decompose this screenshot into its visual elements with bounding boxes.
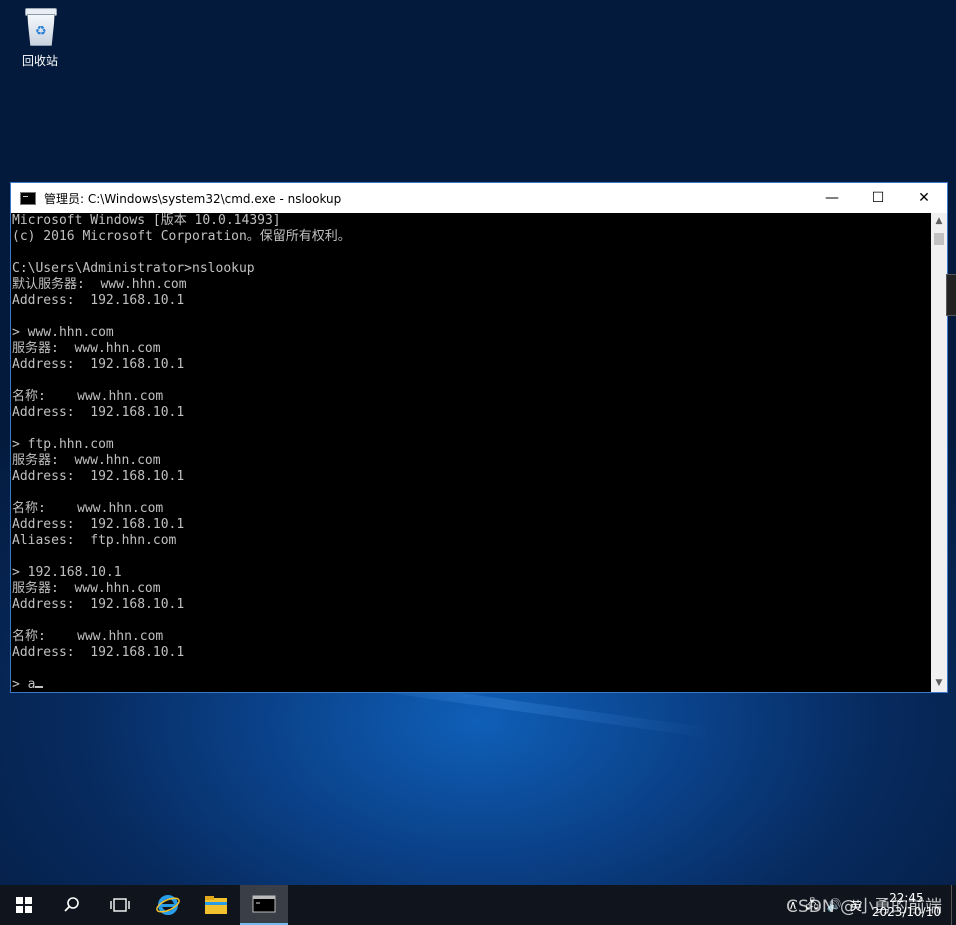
cmd-icon bbox=[252, 895, 276, 913]
internet-explorer-icon bbox=[156, 895, 180, 915]
maximize-button[interactable]: ☐ bbox=[855, 183, 901, 213]
console-line: 名称: www.hhn.com bbox=[12, 629, 164, 644]
cmd-app-icon[interactable] bbox=[20, 191, 36, 205]
scroll-up-arrow-icon[interactable]: ▲ bbox=[931, 213, 947, 230]
console-line: Address: 192.168.10.1 bbox=[12, 469, 185, 484]
recycle-bin-icon: ♻ bbox=[23, 6, 57, 46]
console-line: 默认服务器: www.hhn.com bbox=[12, 277, 187, 292]
console-line: Aliases: ftp.hhn.com bbox=[12, 533, 177, 548]
watermark: CSDN @小勇的前端 bbox=[786, 897, 942, 917]
console-line: 服务器: www.hhn.com bbox=[12, 453, 161, 468]
cmd-window[interactable]: 管理员: C:\Windows\system32\cmd.exe - nsloo… bbox=[10, 182, 948, 693]
minimize-button[interactable]: — bbox=[809, 183, 855, 213]
console-line: C:\Users\Administrator>nslookup bbox=[12, 261, 255, 276]
console-line: Address: 192.168.10.1 bbox=[12, 645, 185, 660]
console-line: 服务器: www.hhn.com bbox=[12, 341, 161, 356]
taskbar-ie[interactable] bbox=[144, 885, 192, 925]
console-output[interactable]: Microsoft Windows [版本 10.0.14393] (c) 20… bbox=[11, 213, 932, 692]
console-text: Microsoft Windows [版本 10.0.14393] (c) 20… bbox=[11, 213, 932, 692]
windows-logo-icon bbox=[16, 897, 32, 913]
search-icon bbox=[64, 897, 79, 912]
folder-icon bbox=[205, 896, 227, 914]
window-title: 管理员: C:\Windows\system32\cmd.exe - nsloo… bbox=[44, 191, 342, 206]
search-button[interactable] bbox=[48, 885, 96, 925]
taskbar-cmd[interactable] bbox=[240, 885, 288, 925]
console-line: > www.hhn.com bbox=[12, 325, 114, 340]
console-line: Address: 192.168.10.1 bbox=[12, 517, 185, 532]
task-view-button[interactable] bbox=[96, 885, 144, 925]
screen-edge-handle[interactable] bbox=[946, 274, 956, 316]
scroll-thumb[interactable] bbox=[934, 233, 944, 245]
console-line: 服务器: www.hhn.com bbox=[12, 581, 161, 596]
console-line: 名称: www.hhn.com bbox=[12, 389, 164, 404]
recycle-bin-shortcut[interactable]: ♻ 回收站 bbox=[12, 6, 68, 69]
recycle-bin-label: 回收站 bbox=[21, 54, 58, 68]
show-desktop-button[interactable] bbox=[951, 885, 956, 925]
console-line: Microsoft Windows [版本 10.0.14393] bbox=[12, 213, 281, 228]
scroll-down-arrow-icon[interactable]: ▼ bbox=[931, 675, 947, 692]
start-button[interactable] bbox=[0, 885, 48, 925]
console-line: Address: 192.168.10.1 bbox=[12, 357, 185, 372]
console-line: Address: 192.168.10.1 bbox=[12, 293, 185, 308]
vertical-scrollbar[interactable]: ▲ ▼ bbox=[931, 213, 947, 692]
console-line: > 192.168.10.1 bbox=[12, 565, 122, 580]
desktop: { "desktop": { "recycle_bin_label": "回收站… bbox=[0, 0, 956, 925]
console-line: (c) 2016 Microsoft Corporation。保留所有权利。 bbox=[12, 229, 351, 244]
console-line: > a bbox=[12, 677, 36, 692]
console-line: 名称: www.hhn.com bbox=[12, 501, 164, 516]
console-line: Address: 192.168.10.1 bbox=[12, 597, 185, 612]
text-cursor bbox=[35, 686, 44, 688]
title-bar[interactable]: 管理员: C:\Windows\system32\cmd.exe - nsloo… bbox=[11, 183, 947, 213]
close-button[interactable]: ✕ bbox=[901, 183, 947, 213]
taskbar-file-explorer[interactable] bbox=[192, 885, 240, 925]
task-view-icon bbox=[110, 898, 130, 912]
console-line: Address: 192.168.10.1 bbox=[12, 405, 185, 420]
console-line: > ftp.hhn.com bbox=[12, 437, 114, 452]
